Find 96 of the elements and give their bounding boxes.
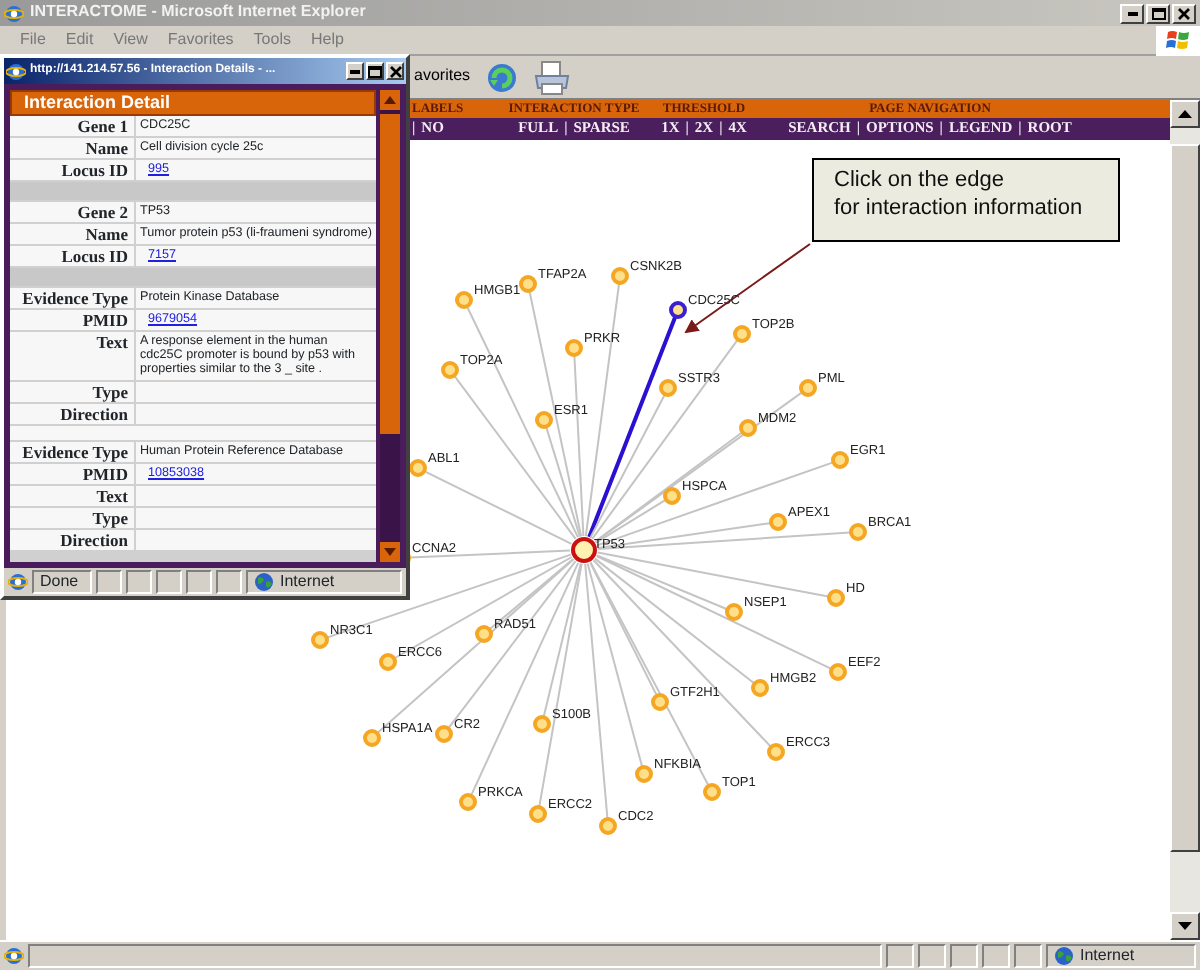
graph-node[interactable] <box>475 625 493 643</box>
status-text: Done <box>40 573 79 591</box>
scroll-up-button[interactable] <box>1170 100 1200 128</box>
maximize-icon <box>368 65 382 77</box>
graph-node[interactable] <box>519 275 537 293</box>
minimize-button[interactable] <box>1120 3 1144 23</box>
ie-logo-icon <box>4 3 24 23</box>
field-label: PMID <box>10 463 134 484</box>
graph-node[interactable] <box>751 679 769 697</box>
status-segment <box>950 944 978 968</box>
field-label: Evidence Type <box>10 441 134 462</box>
favorites-button[interactable]: avorites <box>414 68 471 86</box>
field-label: Name <box>10 138 134 158</box>
up-arrow-icon <box>1178 110 1192 118</box>
status-segment <box>886 944 914 968</box>
windows-logo-icon <box>1166 28 1190 52</box>
graph-node[interactable] <box>379 653 397 671</box>
printer-icon[interactable] <box>534 59 571 95</box>
graph-node[interactable] <box>669 301 687 319</box>
graph-node[interactable] <box>635 765 653 783</box>
globe-icon <box>254 572 274 592</box>
status-segment <box>216 570 242 594</box>
close-icon <box>1178 7 1190 19</box>
minimize-button[interactable] <box>346 62 364 80</box>
scrollbar-thumb[interactable] <box>380 114 400 434</box>
graph-node[interactable] <box>363 729 381 747</box>
graph-node[interactable] <box>733 325 751 343</box>
field-label: Locus ID <box>10 246 134 266</box>
field-label: Text <box>10 485 134 506</box>
graph-node[interactable] <box>829 663 847 681</box>
status-segment <box>918 944 946 968</box>
field-label: Type <box>10 507 134 528</box>
graph-node[interactable] <box>827 589 845 607</box>
down-arrow-icon <box>1178 922 1192 930</box>
ie-logo-icon <box>6 61 26 81</box>
graph-node[interactable] <box>435 725 453 743</box>
field-label: Direction <box>10 403 134 424</box>
field-label: PMID <box>10 310 134 330</box>
field-label: Gene 2 <box>10 202 134 222</box>
field-label: Name <box>10 224 134 244</box>
globe-icon <box>1054 946 1074 966</box>
status-segment <box>982 944 1010 968</box>
graph-node[interactable] <box>529 805 547 823</box>
graph-node[interactable] <box>599 817 617 835</box>
close-button[interactable] <box>386 62 404 80</box>
field-label: Locus ID <box>10 160 134 180</box>
graph-node[interactable] <box>769 513 787 531</box>
field-label: Gene 1 <box>10 116 134 136</box>
graph-node[interactable] <box>799 379 817 397</box>
graph-node[interactable] <box>611 267 629 285</box>
history-icon[interactable] <box>486 61 519 93</box>
scroll-down-button[interactable] <box>1170 912 1200 940</box>
status-segment <box>156 570 182 594</box>
graph-node[interactable] <box>311 631 329 649</box>
field-label: Direction <box>10 529 134 550</box>
graph-node[interactable] <box>739 419 757 437</box>
page-icon <box>4 946 24 966</box>
graph-node[interactable] <box>703 783 721 801</box>
graph-node[interactable] <box>459 793 477 811</box>
down-arrow-icon <box>384 548 396 556</box>
center-node[interactable] <box>571 537 597 563</box>
callout-note: Click on the edge for interaction information <box>812 158 1120 242</box>
scrollbar-thumb[interactable] <box>1170 144 1200 852</box>
graph-node[interactable] <box>849 523 867 541</box>
maximize-button[interactable] <box>366 62 384 80</box>
minimize-icon <box>350 69 360 73</box>
minimize-icon <box>1127 11 1137 15</box>
graph-node[interactable] <box>663 487 681 505</box>
callout-arrow <box>684 243 811 334</box>
graph-node[interactable] <box>831 451 849 469</box>
graph-node[interactable] <box>533 715 551 733</box>
graph-node[interactable] <box>409 459 427 477</box>
zone-label: Internet <box>280 573 335 591</box>
window-title: INTERACTOME - Microsoft Internet Explorer <box>30 4 366 22</box>
panel-heading: Interaction Detail <box>10 90 376 116</box>
field-label: Text <box>10 332 134 380</box>
up-arrow-icon <box>384 96 396 104</box>
graph-node[interactable] <box>565 339 583 357</box>
graph-node[interactable] <box>455 291 473 309</box>
graph-edge[interactable] <box>587 316 677 538</box>
status-segment <box>186 570 212 594</box>
maximize-icon <box>1151 7 1165 19</box>
status-segment <box>1014 944 1042 968</box>
page-icon <box>8 572 28 592</box>
graph-node[interactable] <box>767 743 785 761</box>
graph-node[interactable] <box>725 603 743 621</box>
status-segment <box>96 570 122 594</box>
graph-node[interactable] <box>441 361 459 379</box>
graph-node[interactable] <box>535 411 553 429</box>
graph-node[interactable] <box>651 693 669 711</box>
close-icon <box>389 65 401 77</box>
field-label: Evidence Type <box>10 288 134 308</box>
field-label: Type <box>10 381 134 402</box>
graph-node[interactable] <box>659 379 677 397</box>
zone-label: Internet <box>1080 947 1135 965</box>
status-segment <box>126 570 152 594</box>
